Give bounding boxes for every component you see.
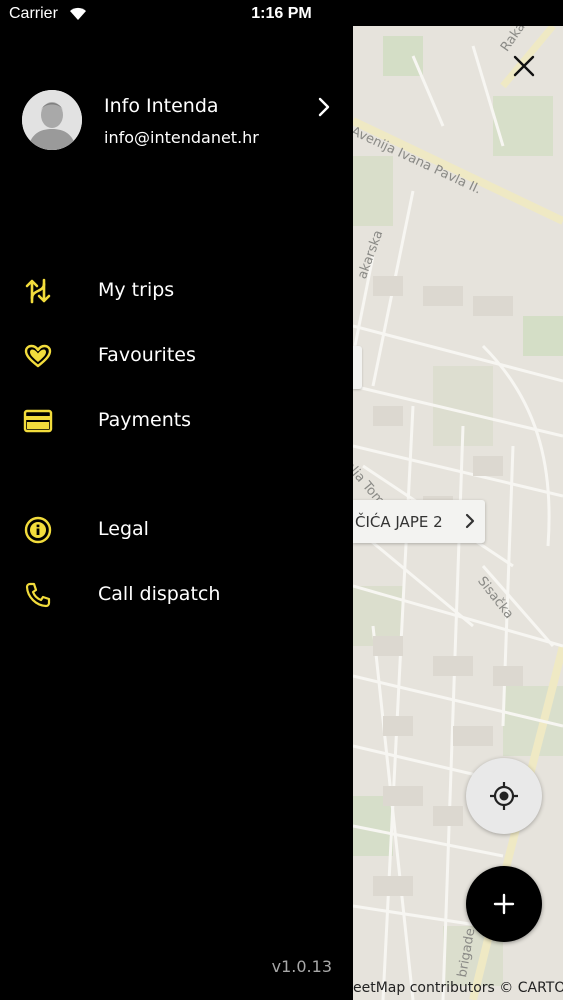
chevron-right-icon: [465, 513, 475, 529]
battery-icon: [522, 6, 553, 21]
card-icon: [22, 407, 54, 435]
address-chip[interactable]: ČIĆA JAPE 2: [353, 500, 485, 543]
map-callout-tab[interactable]: [353, 346, 362, 389]
menu-item-payments[interactable]: Payments: [0, 396, 353, 446]
menu-item-my-trips[interactable]: My trips: [0, 266, 353, 316]
heart-icon: [22, 342, 54, 370]
status-bar: Carrier 1:16 PM: [0, 0, 563, 28]
menu-label-call-dispatch: Call dispatch: [98, 583, 221, 605]
status-time: 1:16 PM: [251, 5, 312, 22]
close-drawer-button[interactable]: [508, 50, 540, 82]
map-attribution: eetMap contributors © CARTO: [353, 980, 563, 996]
add-button[interactable]: [466, 866, 542, 942]
profile-email: info@intendanet.hr: [104, 128, 259, 147]
menu-label-favourites: Favourites: [98, 344, 196, 366]
info-icon: [22, 516, 54, 544]
phone-icon: [22, 581, 54, 609]
location-arrow-icon: [497, 7, 511, 21]
menu-item-call-dispatch[interactable]: Call dispatch: [0, 570, 353, 620]
app-version: v1.0.13: [271, 957, 332, 976]
crosshair-icon: [490, 782, 518, 810]
swap-arrows-icon: [22, 277, 54, 305]
profile-header[interactable]: Info Intenda info@intendanet.hr: [0, 85, 353, 155]
plus-icon: [493, 893, 515, 915]
close-icon: [513, 55, 535, 77]
address-chip-label: ČIĆA JAPE 2: [355, 512, 443, 531]
locate-me-button[interactable]: [466, 758, 542, 834]
menu-label-my-trips: My trips: [98, 279, 175, 301]
menu-label-payments: Payments: [98, 409, 192, 431]
menu-label-legal: Legal: [98, 518, 149, 540]
user-avatar-icon: [22, 90, 82, 150]
side-drawer: Info Intenda info@intendanet.hr My trips: [0, 0, 353, 1000]
avatar: [22, 90, 82, 150]
menu-item-legal[interactable]: Legal: [0, 505, 353, 555]
profile-name: Info Intenda: [104, 95, 219, 117]
menu-item-favourites[interactable]: Favourites: [0, 331, 353, 381]
chevron-right-icon: [318, 97, 330, 117]
